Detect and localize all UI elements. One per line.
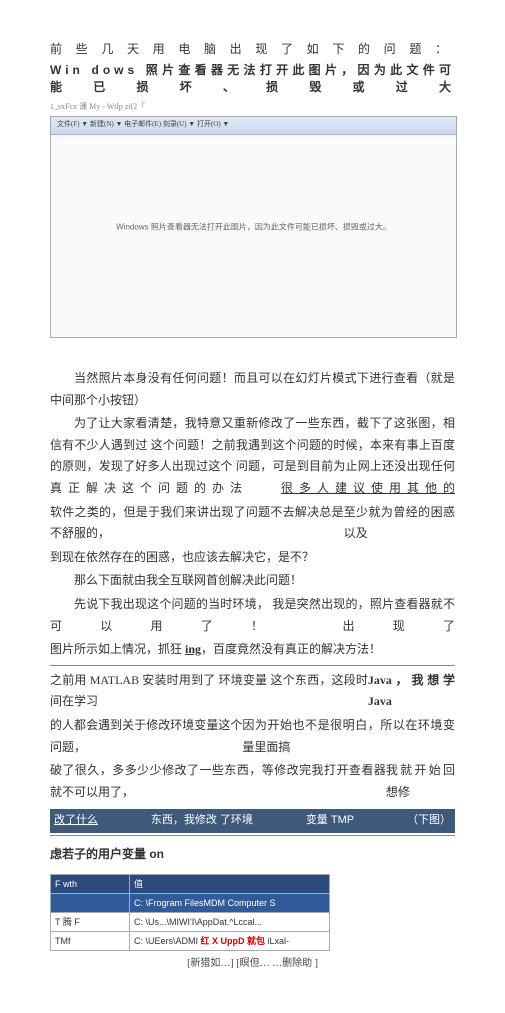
para-2: 为了让大家看清楚，我特意又重新修改了一些东西，截下了这张图，相信有不少人遇到过 …: [50, 413, 455, 499]
env-change-bar: 改了什么 东西，我修改 了环境 变量 TMP （下图）: [50, 809, 455, 833]
cell: C: \UEers\ADMI 红 X UppD 就包 iLxal-: [130, 932, 330, 951]
small-gray-text: 1_sxFcx 课 My - Wtlp zi(2「: [50, 101, 455, 112]
para-7c: ，百度竟然没有真正的解决方法！: [201, 642, 381, 656]
red-text: 红 X UppD 就包: [201, 936, 266, 946]
env-var-table: F wth 值 C: \Frogram FilesMDM Computer S …: [50, 874, 330, 952]
para-11d: （下图）: [407, 811, 451, 831]
para-4: 到现在依然存在的困惑，也应该去解决它，是不？: [50, 547, 455, 569]
cell: T 腾 F: [51, 913, 130, 932]
screenshot-error-message: Windows 照片查看器无法打开此图片，因为此文件可能已损坏、损毁或过大。: [116, 222, 391, 233]
para-11c: 变量 TMP: [306, 811, 354, 831]
header-line-2: Win dows 照片查看器无法打开此图片，因为此文件可能已损坏、损毁或过大: [50, 61, 455, 95]
table-row[interactable]: C: \Frogram FilesMDM Computer S: [51, 893, 330, 912]
cell: TMf: [51, 932, 130, 951]
para-9: 的人都会遇到关于修改环境变量这个问题， 因为开始也不是很明白，所以在环境变量里面…: [50, 715, 455, 758]
para-3a: 软件之类的，但是于我们来讲出现了问题不去解决总是不舒服的，: [50, 502, 344, 545]
para-2-underline: 很多人建议使用其他的: [281, 481, 455, 495]
para-10a: 破了很久，多多少少修改了一些东西，等修改完我打开查看器就不可以用了，: [50, 760, 386, 803]
para-10b: 我就开始回想修: [386, 760, 455, 803]
body-text: 当然照片本身没有任何问题！而且可以在幻灯片模式下进行查看（就是中间那个小按钮） …: [50, 368, 455, 973]
para-6: 先说下我出现这个问题的当时环境， 我是突然出现的，照片查看器就不可以用了！ 出现…: [50, 594, 455, 637]
divider-2: [50, 835, 455, 836]
env-col-name: F wth: [51, 874, 130, 893]
para-7a: 图片所示如上情况，抓狂: [50, 642, 185, 656]
env-var-title: 虑若子的用户变量 on: [50, 844, 455, 866]
para-8b: Java，我想学 Java: [368, 670, 455, 713]
para-8: 之前用 MATLAB 安装时用到了 环境变量 这个东西，这段时间在学习 Java…: [50, 670, 455, 713]
env-col-value: 值: [130, 874, 330, 893]
para-6a: 先说下我出现这个问题的当时环境，: [74, 597, 269, 611]
screenshot-container: 文件(F) ▼ 新建(N) ▼ 电子邮件(E) 刻录(U) ▼ 打开(O) ▼ …: [50, 116, 457, 338]
table-row[interactable]: TMf C: \UEers\ADMI 红 X UppD 就包 iLxal-: [51, 932, 330, 951]
screenshot-toolbar: 文件(F) ▼ 新建(N) ▼ 电子邮件(E) 刻录(U) ▼ 打开(O) ▼: [51, 117, 456, 135]
para-1: 当然照片本身没有任何问题！而且可以在幻灯片模式下进行查看（就是中间那个小按钮）: [50, 368, 455, 411]
table-row[interactable]: T 腾 F C: \Us...\MIWI'I\AppDat.^Lccal...: [51, 913, 330, 932]
para-7: 图片所示如上情况，抓狂 ing，百度竟然没有真正的解决方法！: [50, 639, 455, 661]
para-9b: 因为开始也不是很明白，所以在环境变量里面搞: [242, 715, 455, 758]
env-buttons[interactable]: [新猎如…] [瞑但… …删除助 ]: [50, 955, 455, 973]
divider-1: [50, 665, 455, 666]
para-9a: 的人都会遇到关于修改环境变量这个问题，: [50, 715, 242, 758]
cell: C: \Frogram FilesMDM Computer S: [130, 893, 330, 912]
para-7-ing: ing: [185, 642, 201, 656]
para-8a: 之前用 MATLAB 安装时用到了 环境变量 这个东西，这段时间在学习: [50, 670, 368, 713]
header-line-1: 前些几天用电脑出现了如下的问题：: [50, 40, 455, 57]
para-11a: 改了什么: [54, 811, 98, 831]
para-10: 破了很久，多多少少修改了一些东西，等修改完我打开查看器就不可以用了， 我就开始回…: [50, 760, 455, 803]
cell: [51, 893, 130, 912]
para-11b: 东西，我修改 了环境: [151, 811, 253, 831]
cell: C: \Us...\MIWI'I\AppDat.^Lccal...: [130, 913, 330, 932]
para-5: 那么下面就由我全互联网首创解决此问题！: [50, 570, 455, 592]
para-3b: 至少就为曾经的困惑以及: [344, 502, 455, 545]
para-6c: 出现了: [342, 619, 455, 633]
para-3: 软件之类的，但是于我们来讲出现了问题不去解决总是不舒服的， 至少就为曾经的困惑以…: [50, 502, 455, 545]
